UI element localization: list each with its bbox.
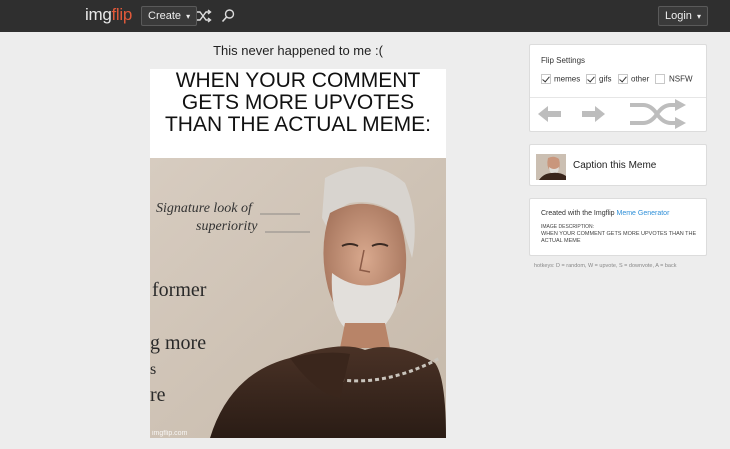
meme-caption-line: GETS MORE UPVOTES [181, 91, 415, 114]
filter-nsfw-label: NSFW [669, 74, 693, 84]
photo-text-line: superiority [196, 219, 258, 234]
top-nav-bar: imgflip Create ▾ Login ▾ [0, 0, 730, 32]
forward-arrow-icon[interactable] [581, 105, 605, 128]
chevron-down-icon: ▾ [186, 12, 191, 21]
meme-thumbnail [536, 154, 566, 180]
caption-this-meme-label: Caption this Meme [573, 160, 657, 171]
meme-generator-link[interactable]: Meme Generator [617, 210, 670, 217]
meme-caption-text: WHEN YOUR COMMENT GETS MORE UPVOTES THAN… [150, 70, 446, 136]
logo-text-img: img [85, 5, 112, 24]
shuffle-icon[interactable] [196, 8, 212, 24]
filter-other-checkbox[interactable]: other [618, 74, 649, 86]
hotkeys-hint: hotkeys: D = random, W = upvote, S = dow… [534, 263, 677, 269]
meme-image[interactable]: WHEN YOUR COMMENT GETS MORE UPVOTES THAN… [150, 69, 446, 438]
caption-this-meme-button[interactable]: Caption this Meme [529, 144, 707, 186]
checkbox-checked-icon[interactable] [618, 74, 628, 84]
create-button-label: Create [148, 10, 182, 22]
meme-title: This never happened to me :( [213, 43, 383, 58]
chevron-down-icon: ▾ [696, 12, 701, 21]
meme-photo-text: Signature look of superiority former g m… [150, 158, 446, 438]
divider [530, 97, 706, 98]
photo-text-line: g more [150, 332, 207, 354]
created-with-text: Created with the Imgflip Meme Generator [541, 210, 669, 217]
login-button-label: Login [665, 10, 692, 22]
filter-other-label: other [631, 74, 650, 84]
search-icon[interactable] [220, 8, 236, 24]
image-description-text: WHEN YOUR COMMENT GETS MORE UPVOTES THAN… [541, 231, 697, 244]
logo-text-flip: flip [111, 5, 133, 24]
photo-text-line: former [152, 279, 207, 301]
created-with-prefix: Created with the Imgflip [541, 210, 615, 217]
imgflip-logo[interactable]: imgflip [85, 5, 132, 25]
meme-caption-area: WHEN YOUR COMMENT GETS MORE UPVOTES THAN… [150, 69, 446, 158]
create-menu-button[interactable]: Create ▾ [141, 6, 198, 26]
photo-text-line: Signature look of [156, 201, 252, 216]
photo-text-line: s [150, 361, 157, 378]
flip-settings-title: Flip Settings [541, 56, 586, 65]
checkbox-checked-icon[interactable] [541, 74, 551, 84]
login-button[interactable]: Login ▾ [658, 6, 708, 26]
image-description-heading: IMAGE DESCRIPTION: [541, 224, 595, 230]
checkbox-unchecked-icon[interactable] [655, 74, 665, 84]
meme-caption-line: THAN THE ACTUAL MEME: [164, 113, 432, 136]
back-arrow-icon[interactable] [538, 105, 562, 128]
imgflip-watermark: imgflip.com [152, 430, 188, 437]
filter-nsfw-checkbox[interactable]: NSFW [655, 74, 693, 86]
image-info-panel: Created with the Imgflip Meme Generator … [529, 198, 707, 256]
meme-caption-line: WHEN YOUR COMMENT [175, 69, 421, 92]
filter-memes-checkbox[interactable]: memes [541, 74, 580, 86]
checkbox-checked-icon[interactable] [586, 74, 596, 84]
flip-settings-panel: Flip Settings memes gifs other NSFW [529, 44, 707, 132]
photo-text-line: re [150, 384, 166, 406]
filter-gifs-label: gifs [599, 74, 612, 84]
filter-memes-label: memes [554, 74, 581, 84]
filter-gifs-checkbox[interactable]: gifs [586, 74, 611, 86]
random-shuffle-icon[interactable] [629, 99, 687, 134]
